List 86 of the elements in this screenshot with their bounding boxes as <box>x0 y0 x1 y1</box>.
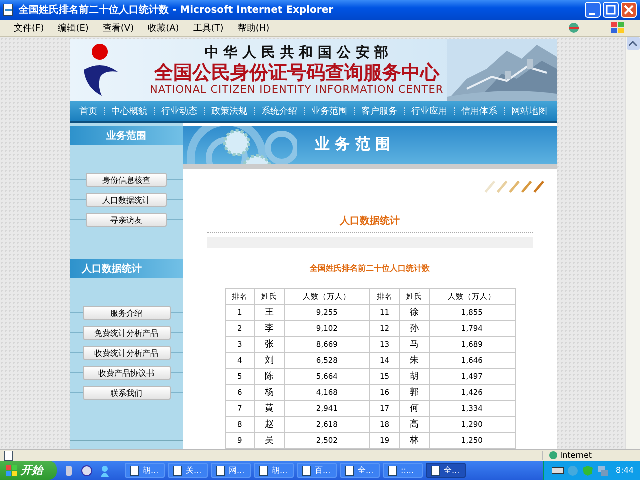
table-caption: 全国姓氏排名前二十位人口统计数 <box>310 263 430 274</box>
tray-icon[interactable] <box>552 466 564 476</box>
table-cell: 赵 <box>254 416 284 432</box>
quick-launch-icon[interactable] <box>63 464 75 476</box>
nav-link[interactable]: 政策法规 <box>211 104 248 118</box>
table-cell: 朱 <box>400 352 430 368</box>
taskbar-button[interactable]: 全... <box>426 463 466 478</box>
page-icon <box>302 466 312 476</box>
table-cell: 王 <box>254 304 284 320</box>
nav-link[interactable]: 中心概貌 <box>111 104 148 118</box>
taskbar-button[interactable]: 胡... <box>125 463 165 478</box>
taskbar-button[interactable]: 关... <box>168 463 208 478</box>
scrollbar[interactable] <box>625 37 640 449</box>
menu-item[interactable]: 查看(V) <box>102 22 134 34</box>
sidebar-button[interactable]: 收费统计分析产品 <box>82 346 170 360</box>
minimize-button[interactable] <box>585 2 601 18</box>
taskbar-button[interactable]: 网... <box>211 463 251 478</box>
center-title: 全国公民身份证号码查询服务中心 <box>154 62 440 84</box>
minimize-icon <box>589 12 595 14</box>
center-subtitle: NATIONAL CITIZEN IDENTITY INFORMATION CENTER <box>150 84 444 96</box>
sidebar-button[interactable]: 免费统计分析产品 <box>82 326 170 340</box>
table-cell: 李 <box>254 320 284 336</box>
close-button[interactable] <box>621 2 637 18</box>
menu-item[interactable]: 帮助(H) <box>238 22 270 34</box>
table-cell: 吴 <box>254 432 284 448</box>
table-cell: 陈 <box>254 368 284 384</box>
taskbar-button[interactable]: 全... <box>340 463 380 478</box>
taskbar-button[interactable]: ::... <box>383 463 423 478</box>
table-cell: 林 <box>400 432 430 448</box>
page-icon <box>173 466 183 476</box>
start-button[interactable]: 开始 <box>0 461 57 480</box>
maximize-button[interactable] <box>603 2 619 18</box>
table-cell: 何 <box>400 400 430 416</box>
nav-link[interactable]: 行业动态 <box>161 104 198 118</box>
page-icon <box>130 466 140 476</box>
status-zone: Internet <box>560 451 592 460</box>
nav-link[interactable]: 业务范围 <box>311 104 348 118</box>
sidebar-heading: 人口数据统计 <box>70 259 183 278</box>
window-title: 全国姓氏排名前二十位人口统计数 - Microsoft Internet Explorer <box>19 4 335 17</box>
sidebar-button[interactable]: 寻亲访友 <box>86 213 167 227</box>
globe-icon[interactable] <box>568 22 582 34</box>
section-title: 业 务 范 围 <box>315 135 391 154</box>
table-cell: 刘 <box>254 352 284 368</box>
close-icon <box>624 5 634 15</box>
page-icon <box>216 466 226 476</box>
nav-link[interactable]: 信用体系 <box>462 104 498 118</box>
page-icon <box>259 466 269 476</box>
quick-launch-icon[interactable] <box>81 464 93 476</box>
sidebar-button[interactable]: 服务介绍 <box>82 306 170 320</box>
menu-item[interactable]: 收藏(A) <box>148 22 180 34</box>
menu-item[interactable]: 编辑(E) <box>58 22 89 34</box>
taskbar-button[interactable]: 百... <box>297 463 337 478</box>
maximize-icon <box>606 5 616 15</box>
sidebar-button[interactable]: 收费产品协议书 <box>82 366 170 380</box>
ministry-title: 中 华 人 民 共 和 国 公 安 部 <box>204 44 389 62</box>
taskbar-button[interactable]: 胡... <box>254 463 294 478</box>
page-icon <box>345 466 355 476</box>
scroll-up-icon[interactable] <box>629 40 637 46</box>
windows-logo-icon <box>6 465 18 476</box>
table-cell: 马 <box>400 336 430 352</box>
page-heading: 人口数据统计 <box>207 214 533 233</box>
table-cell: 张 <box>254 336 284 352</box>
table-cell: 杨 <box>254 384 284 400</box>
sidebar-button[interactable]: 联系我们 <box>82 386 170 400</box>
nav-link[interactable]: 客户服务 <box>361 104 398 118</box>
sidebar-button[interactable]: 身份信息核查 <box>86 173 167 187</box>
table-cell: 黄 <box>254 400 284 416</box>
menu-item[interactable]: 工具(T) <box>193 22 224 34</box>
sidebar-button[interactable]: 人口数据统计 <box>86 193 167 207</box>
menu-item[interactable]: 文件(F) <box>14 22 44 34</box>
page-icon <box>431 466 441 476</box>
windows-logo-icon <box>610 21 626 35</box>
nav-link[interactable]: 行业应用 <box>411 104 448 118</box>
clock: 8:44 <box>616 466 634 475</box>
nav-link[interactable]: 网站地图 <box>512 104 548 118</box>
page-icon <box>3 4 15 16</box>
table-cell: 徐 <box>400 304 430 320</box>
table-cell: 高 <box>400 416 430 432</box>
page-icon <box>388 466 398 476</box>
table-cell: 孙 <box>400 320 430 336</box>
globe-icon <box>549 451 558 460</box>
table-cell: 郭 <box>400 384 430 400</box>
nav-link[interactable]: 首页 <box>79 104 98 118</box>
table-cell: 胡 <box>400 368 430 384</box>
nav-link[interactable]: 系统介绍 <box>261 104 298 118</box>
sidebar-heading: 业务范围 <box>70 126 183 145</box>
